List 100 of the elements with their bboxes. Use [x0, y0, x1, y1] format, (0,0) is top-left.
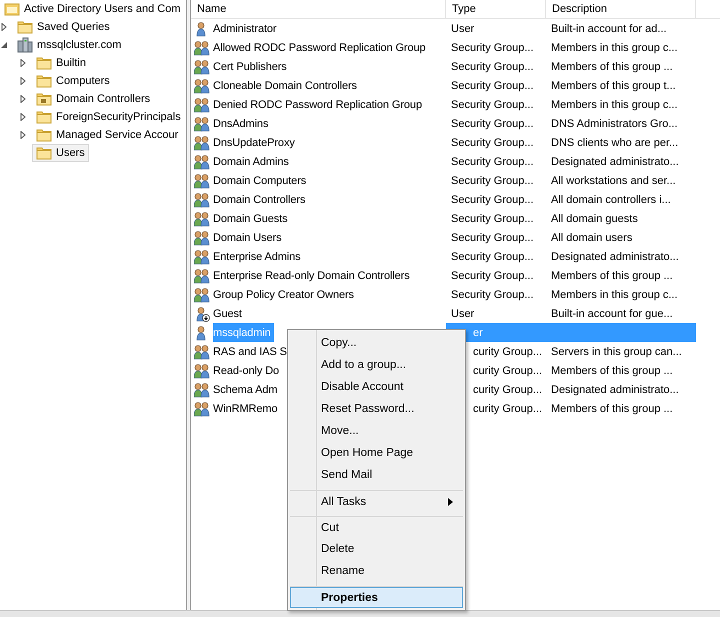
menu-item[interactable]: Reset Password... [290, 398, 463, 420]
type-cell-text: curity Group... [472, 344, 544, 360]
menu-item[interactable]: All Tasks [290, 490, 463, 512]
menu-item[interactable]: Disable Account [290, 376, 463, 398]
console-icon [4, 2, 20, 16]
tree-item[interactable]: Saved Queries [13, 18, 114, 36]
tree-item[interactable]: Builtin [32, 54, 90, 72]
name-cell: mssqladmin [213, 323, 274, 342]
tree-item[interactable]: ForeignSecurityPrincipals [32, 108, 185, 126]
type-cell-text: curity Group... [472, 364, 544, 378]
type-cell-text: Security Group... [450, 78, 535, 94]
collapse-arrow-icon[interactable] [0, 41, 8, 49]
type-cell-text: Security Group... [450, 250, 535, 264]
type-cell-text: Security Group... [450, 268, 535, 284]
type-cell-text: Security Group... [450, 212, 535, 226]
expand-arrow-icon[interactable] [19, 131, 27, 139]
type-cell-text: curity Group... [472, 382, 544, 398]
type-cell-text: Security Group... [450, 40, 535, 56]
description-cell-text: Built-in account for ad... [550, 22, 668, 36]
type-cell-text: Security Group... [450, 154, 535, 170]
tree-item[interactable]: Managed Service Accour [32, 126, 182, 144]
type-cell-text: User [450, 22, 476, 36]
column-header[interactable]: Name [191, 0, 446, 18]
menu-item[interactable]: Add to a group... [290, 354, 463, 376]
name-cell-text: Guest [213, 306, 243, 322]
type-cell-text: Security Group... [450, 136, 535, 150]
description-cell-text: Members of this group ... [550, 268, 674, 284]
folder-icon [36, 128, 52, 142]
folder-icon [36, 146, 52, 160]
expand-arrow-icon[interactable] [19, 95, 27, 103]
folder-icon [36, 56, 52, 70]
tree-item[interactable]: Active Directory Users and Com [0, 0, 184, 18]
description-cell-text: Members of this group ... [550, 60, 674, 74]
type-cell-text: curity Group... [472, 402, 544, 416]
name-cell-text: Domain Admins [213, 154, 290, 170]
tree-item[interactable]: Domain Controllers [32, 90, 154, 108]
description-cell-text: Designated administrato... [550, 382, 680, 398]
tree-item[interactable]: mssqlcluster.com [13, 36, 126, 54]
description-cell-text: Members in this group c... [550, 40, 679, 56]
menu-item[interactable]: Properties [290, 586, 463, 608]
type-cell-text: User [450, 306, 476, 322]
name-cell-text: Denied RODC Password Replication Group [213, 98, 423, 112]
name-cell-text: Administrator [213, 22, 278, 36]
menu-item[interactable]: Rename [290, 560, 463, 582]
name-cell-text: Domain Controllers [213, 192, 306, 208]
description-cell-text: Members of this group ... [550, 402, 674, 416]
description-cell-text: Designated administrato... [550, 154, 680, 170]
folder-icon [36, 110, 52, 124]
description-cell-text: Designated administrato... [550, 250, 680, 264]
column-header[interactable]: Type [446, 0, 546, 18]
description-cell-text: DNS clients who are per... [550, 136, 680, 150]
menu-item[interactable]: Move... [290, 420, 463, 442]
type-cell-text: Security Group... [450, 230, 535, 246]
expand-arrow-icon[interactable] [19, 77, 27, 85]
description-cell-text: Members of this group t... [550, 78, 677, 94]
type-cell-text: Security Group... [450, 174, 535, 188]
description-cell-text: Built-in account for gue... [550, 306, 674, 322]
description-cell-text: All domain guests [550, 212, 639, 226]
expand-arrow-icon[interactable] [19, 59, 27, 67]
name-cell-text: Domain Users [213, 230, 282, 246]
type-cell-text: Security Group... [450, 116, 535, 132]
folder-icon [36, 74, 52, 88]
description-cell-text: All domain users [550, 230, 634, 246]
name-cell-text: Cloneable Domain Controllers [213, 78, 358, 94]
organizational-unit-icon [36, 92, 52, 106]
description-cell-text: Servers in this group can... [550, 344, 683, 360]
name-cell-text: WinRMRemo [213, 402, 278, 416]
horizontal-scrollbar[interactable] [0, 610, 720, 617]
tree-item[interactable]: Computers [32, 72, 114, 90]
name-cell-text: Cert Publishers [213, 60, 288, 74]
tree-item[interactable]: Users [32, 144, 89, 162]
name-cell-text: Domain Computers [213, 174, 308, 188]
menu-item[interactable]: Open Home Page [290, 442, 463, 464]
name-cell-text: Enterprise Admins [213, 250, 302, 264]
type-cell-text: Security Group... [450, 288, 535, 302]
name-cell-text: RAS and IAS S [213, 344, 288, 360]
name-cell-text: Group Policy Creator Owners [213, 288, 355, 302]
name-cell-text: Schema Adm [213, 382, 278, 398]
menu-item[interactable]: Send Mail [290, 464, 463, 486]
name-cell-text: DnsUpdateProxy [213, 136, 296, 150]
description-cell-text: All workstations and ser... [550, 174, 677, 188]
name-cell-text: Allowed RODC Password Replication Group [213, 40, 427, 56]
domain-icon [17, 37, 33, 53]
description-cell-text: Members of this group ... [550, 364, 674, 378]
type-cell-text: Security Group... [450, 98, 535, 112]
expand-arrow-icon[interactable] [0, 23, 8, 31]
description-cell-text: All domain controllers i... [550, 192, 672, 208]
menu-item[interactable]: Cut [290, 516, 463, 538]
name-cell-text: DnsAdmins [213, 116, 270, 132]
type-cell-text: Security Group... [450, 192, 535, 208]
description-cell-text: DNS Administrators Gro... [550, 116, 679, 132]
name-cell-text: Enterprise Read-only Domain Controllers [213, 268, 411, 284]
column-header[interactable]: Description [546, 0, 696, 18]
menu-item[interactable]: Delete [290, 538, 463, 560]
name-cell-text: Read-only Do [213, 364, 280, 378]
expand-arrow-icon[interactable] [19, 113, 27, 121]
submenu-arrow-icon [448, 498, 453, 506]
type-cell-text: Security Group... [450, 60, 535, 74]
folder-icon [17, 20, 33, 34]
description-cell-text: Members in this group c... [550, 98, 679, 112]
